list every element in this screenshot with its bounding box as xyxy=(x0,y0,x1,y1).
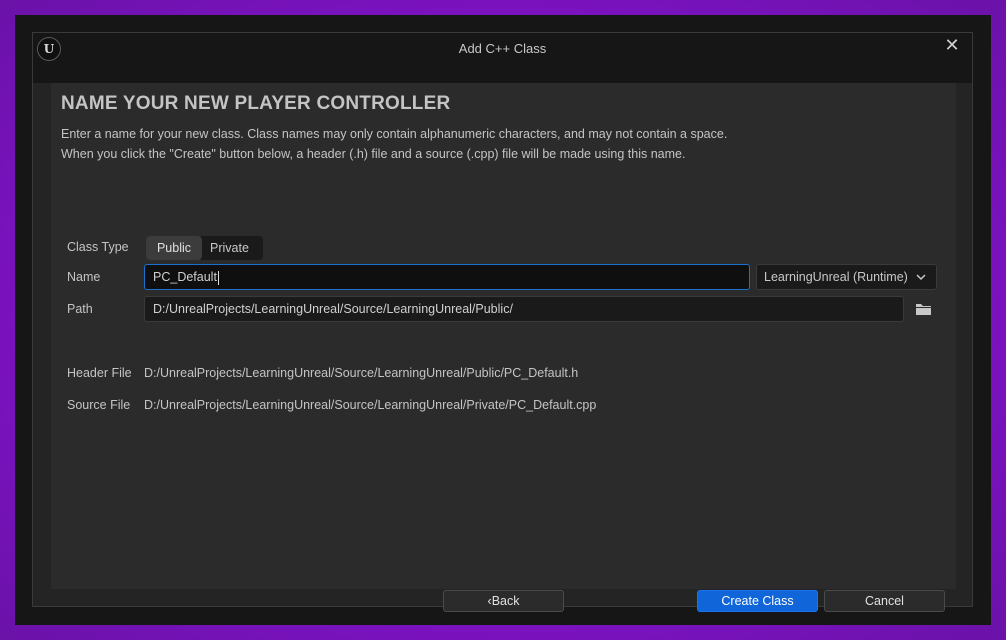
close-icon[interactable]: ✕ xyxy=(942,35,962,55)
text-caret xyxy=(217,270,219,285)
page-title: NAME YOUR NEW PLAYER CONTROLLER xyxy=(61,93,451,114)
back-button-label: Back xyxy=(491,594,520,608)
module-dropdown[interactable]: LearningUnreal (Runtime) xyxy=(756,264,937,290)
class-type-private-button[interactable]: Private xyxy=(202,236,257,260)
class-name-input[interactable]: PC_Default xyxy=(144,264,750,290)
description-line-2: When you click the "Create" button below… xyxy=(61,147,686,161)
folder-icon[interactable] xyxy=(915,302,933,316)
content-panel: NAME YOUR NEW PLAYER CONTROLLER Enter a … xyxy=(51,83,956,612)
description-line-1: Enter a name for your new class. Class n… xyxy=(61,127,728,141)
cancel-button[interactable]: Cancel xyxy=(824,590,945,612)
header-file-value: D:/UnrealProjects/LearningUnreal/Source/… xyxy=(144,366,579,380)
source-file-label: Source File xyxy=(67,398,131,412)
class-name-value: PC_Default xyxy=(153,270,217,284)
chevron-down-icon xyxy=(916,265,926,298)
title-bar[interactable]: U Add C++ Class ✕ xyxy=(33,33,972,83)
create-class-button[interactable]: Create Class xyxy=(697,590,818,612)
add-cpp-class-dialog: U Add C++ Class ✕ NAME YOUR NEW PLAYER C… xyxy=(32,32,973,612)
name-label: Name xyxy=(67,270,101,284)
class-type-public-button[interactable]: Public xyxy=(146,236,202,260)
class-type-toggle: Public Private xyxy=(146,236,263,260)
back-button[interactable]: ‹Back xyxy=(443,590,564,612)
header-file-label: Header File xyxy=(67,366,132,380)
window-title: Add C++ Class xyxy=(458,41,547,56)
path-value: D:/UnrealProjects/LearningUnreal/Source/… xyxy=(153,302,513,316)
source-file-value: D:/UnrealProjects/LearningUnreal/Source/… xyxy=(144,398,597,412)
class-type-label: Class Type xyxy=(67,240,129,254)
module-dropdown-value: LearningUnreal (Runtime) xyxy=(764,270,908,284)
path-input[interactable]: D:/UnrealProjects/LearningUnreal/Source/… xyxy=(144,296,904,322)
path-label: Path xyxy=(67,302,93,316)
